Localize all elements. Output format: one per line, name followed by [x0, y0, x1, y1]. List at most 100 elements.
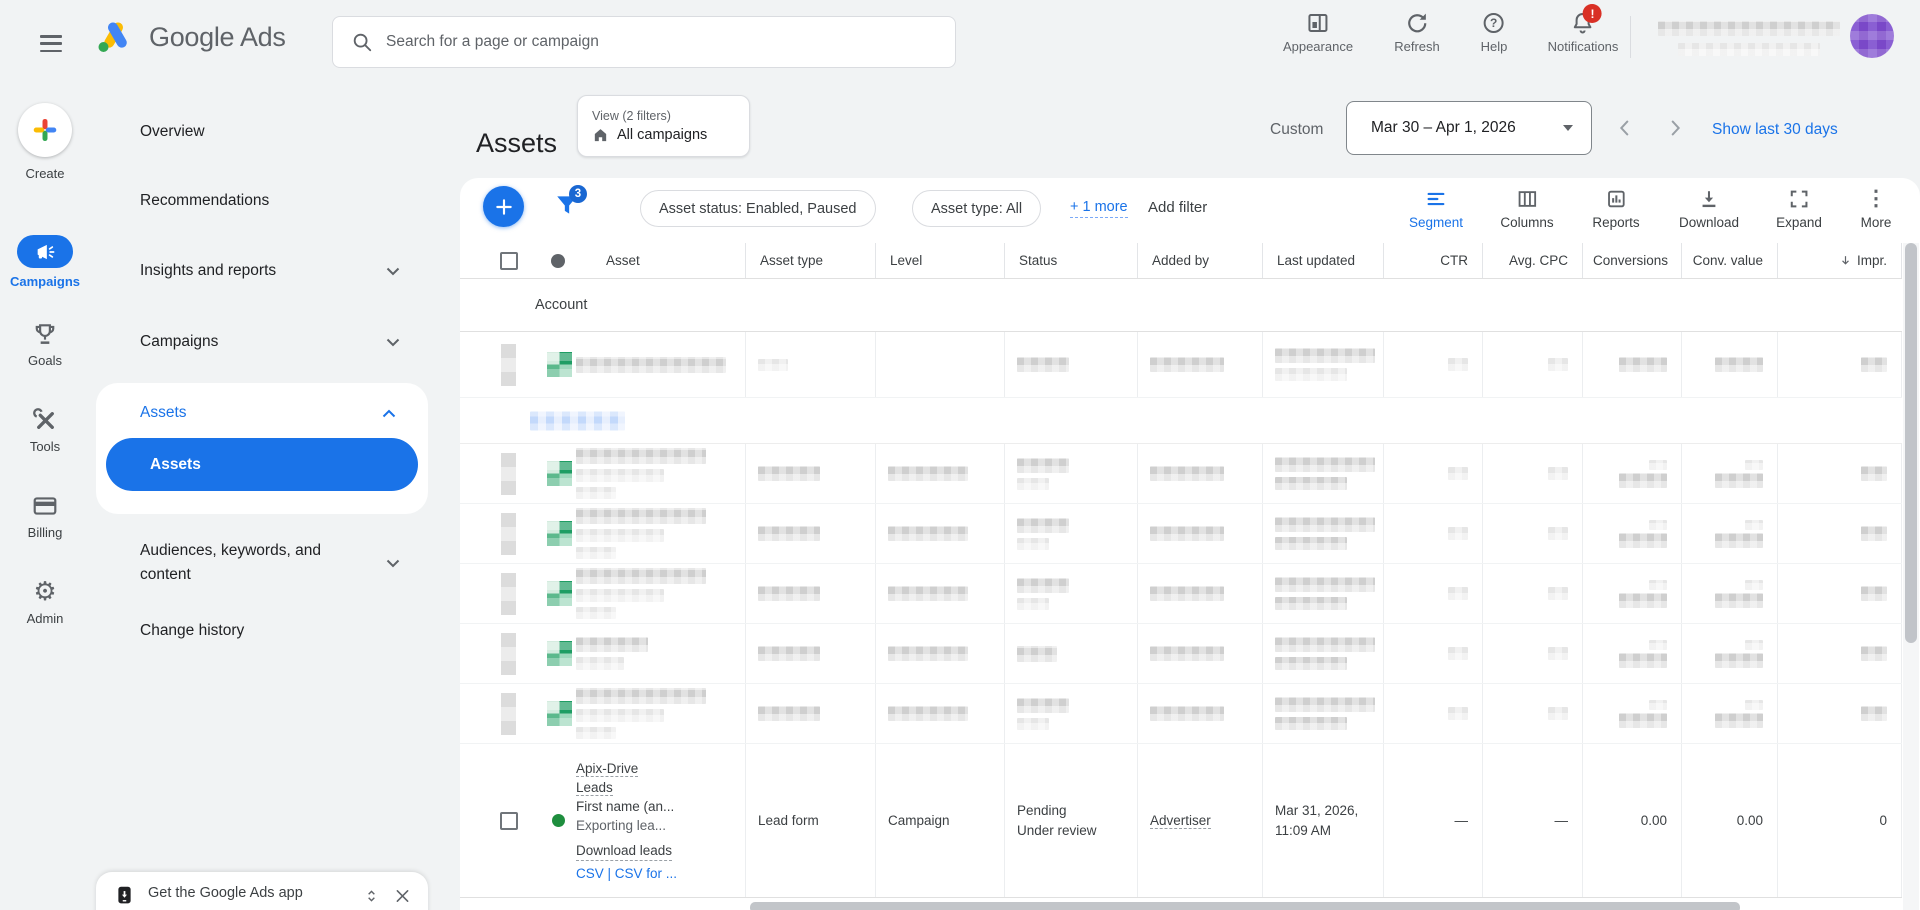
- horizontal-scrollbar-thumb[interactable]: [750, 902, 1740, 910]
- cell-added-redacted: [1138, 624, 1263, 683]
- cell-level-redacted: [876, 564, 1005, 623]
- trophy-icon: [0, 320, 90, 347]
- columns-button[interactable]: Columns: [1500, 188, 1553, 230]
- rail-item-billing[interactable]: Billing: [0, 492, 90, 540]
- filter-count-badge: 3: [569, 185, 587, 203]
- refresh-button[interactable]: Refresh: [1394, 11, 1440, 54]
- goals-label: Goals: [28, 353, 62, 368]
- avatar[interactable]: [1850, 14, 1894, 58]
- column-header-status[interactable]: Status: [1005, 243, 1138, 278]
- menu-icon[interactable]: [40, 35, 62, 57]
- nav-assets-selected[interactable]: Assets: [106, 438, 418, 491]
- expand-button[interactable]: Expand: [1776, 188, 1822, 230]
- cell-select[interactable]: [460, 744, 540, 897]
- left-rail: Create Campaigns: [0, 73, 90, 910]
- cell-asset-type: Lead form: [746, 744, 876, 897]
- filter-chip-asset-status[interactable]: Asset status: Enabled, Paused: [640, 190, 876, 227]
- column-header-ctr[interactable]: CTR: [1384, 243, 1483, 278]
- campaigns-rail-label: Campaigns: [10, 274, 80, 289]
- filter-chip-asset-type[interactable]: Asset type: All: [912, 190, 1041, 227]
- cell-convvalue-redacted: [1682, 504, 1778, 563]
- create-plus-icon: [18, 103, 72, 157]
- more-button[interactable]: ⋮ More: [1861, 188, 1892, 230]
- rail-item-campaigns[interactable]: Campaigns: [0, 235, 90, 289]
- cell-updated-redacted: [1263, 564, 1384, 623]
- svg-text:?: ?: [1490, 16, 1497, 30]
- cell-impr-redacted: [1778, 332, 1902, 397]
- cell-conversions: 0.00: [1583, 744, 1682, 897]
- column-header-conv-value[interactable]: Conv. value: [1682, 243, 1778, 278]
- nav-assets-group-toggle[interactable]: Assets: [96, 383, 428, 422]
- column-header-conversions[interactable]: Conversions: [1583, 243, 1682, 278]
- cell-status-redacted: [540, 564, 576, 623]
- nav-recommendations[interactable]: Recommendations: [140, 192, 400, 210]
- expand-collapse-icon[interactable]: [363, 883, 380, 907]
- rail-item-goals[interactable]: Goals: [0, 320, 90, 368]
- section-row-campaign-redacted[interactable]: [460, 398, 1902, 444]
- table-row-redacted[interactable]: [460, 504, 1902, 564]
- filter-funnel-button[interactable]: 3: [554, 192, 580, 218]
- appearance-button[interactable]: Appearance: [1283, 11, 1353, 54]
- column-header-impressions[interactable]: Impr.: [1778, 243, 1902, 278]
- nav-overview[interactable]: Overview: [140, 123, 400, 141]
- column-header-level[interactable]: Level: [876, 243, 1005, 278]
- column-header-asset[interactable]: Asset: [576, 243, 746, 278]
- nav-insights-label: Insights and reports: [140, 262, 276, 280]
- table-row-redacted[interactable]: [460, 684, 1902, 744]
- create-button[interactable]: Create: [0, 103, 90, 181]
- csv-links[interactable]: CSV | CSV for ...: [576, 864, 726, 883]
- download-button[interactable]: Download: [1679, 188, 1739, 230]
- select-all-checkbox[interactable]: [500, 252, 518, 270]
- add-filter-button[interactable]: Add filter: [1148, 199, 1207, 216]
- column-header-added-by[interactable]: Added by: [1138, 243, 1263, 278]
- asset-name-link[interactable]: Apix-Drive Leads: [576, 761, 638, 796]
- vertical-scrollbar-thumb[interactable]: [1905, 243, 1917, 643]
- nav-insights-and-reports[interactable]: Insights and reports: [140, 262, 400, 280]
- vertical-scrollbar[interactable]: [1903, 243, 1919, 910]
- nav-change-history[interactable]: Change history: [140, 622, 400, 640]
- search-input[interactable]: Search for a page or campaign: [332, 16, 956, 68]
- cell-cpc-redacted: [1483, 332, 1583, 397]
- rail-item-admin[interactable]: ⚙ Admin: [0, 578, 90, 626]
- horizontal-scrollbar[interactable]: [460, 898, 1902, 910]
- add-asset-button[interactable]: [483, 186, 524, 227]
- column-header-last-updated[interactable]: Last updated: [1263, 243, 1384, 278]
- select-all-cell[interactable]: [460, 243, 540, 278]
- table-row-apix-drive-leads[interactable]: Apix-Drive Leads First name (an... Expor…: [460, 744, 1902, 898]
- date-next-button[interactable]: [1664, 117, 1686, 139]
- account-info-redacted[interactable]: [1658, 21, 1840, 56]
- more-filters-link[interactable]: + 1 more: [1070, 199, 1128, 218]
- segment-button[interactable]: Segment: [1409, 188, 1463, 230]
- notifications-button[interactable]: ! Notifications: [1548, 11, 1619, 54]
- table-row-redacted[interactable]: [460, 332, 1902, 398]
- added-by-link[interactable]: Advertiser: [1150, 813, 1211, 829]
- download-leads-link[interactable]: Download leads: [576, 841, 672, 861]
- show-last-30-days-link[interactable]: Show last 30 days: [1712, 121, 1838, 139]
- campaign-link-redacted[interactable]: [530, 411, 625, 430]
- help-button[interactable]: ? Help: [1481, 11, 1508, 54]
- topbar-divider: [1630, 16, 1631, 58]
- app-promo-banner: Get the Google Ads app: [96, 872, 428, 910]
- date-range-picker[interactable]: Mar 30 – Apr 1, 2026: [1346, 101, 1592, 155]
- column-header-asset-type[interactable]: Asset type: [746, 243, 876, 278]
- view-filter-button[interactable]: View (2 filters) All campaigns: [577, 95, 750, 157]
- cell-asset-redacted: [576, 504, 746, 563]
- close-icon[interactable]: [393, 883, 412, 907]
- row-checkbox[interactable]: [500, 812, 518, 830]
- cell-level-redacted: [876, 444, 1005, 503]
- nav-audiences-keywords-content[interactable]: Audiences, keywords, and content: [140, 539, 400, 587]
- cell-statustext-redacted: [1005, 444, 1138, 503]
- table-row-redacted[interactable]: [460, 444, 1902, 504]
- reports-button[interactable]: Reports: [1592, 188, 1639, 230]
- column-header-avg-cpc[interactable]: Avg. CPC: [1483, 243, 1583, 278]
- nav-campaigns[interactable]: Campaigns: [140, 333, 400, 351]
- rail-item-tools[interactable]: Tools: [0, 406, 90, 454]
- table-row-redacted[interactable]: [460, 564, 1902, 624]
- assets-nav-group: Assets Assets: [96, 383, 428, 514]
- table-row-redacted[interactable]: [460, 624, 1902, 684]
- date-prev-button[interactable]: [1614, 117, 1636, 139]
- nav-recommendations-label: Recommendations: [140, 192, 269, 210]
- cell-conversions-redacted: [1583, 504, 1682, 563]
- cell-select-redacted: [460, 684, 540, 743]
- google-ads-logo[interactable]: Google Ads: [94, 17, 286, 57]
